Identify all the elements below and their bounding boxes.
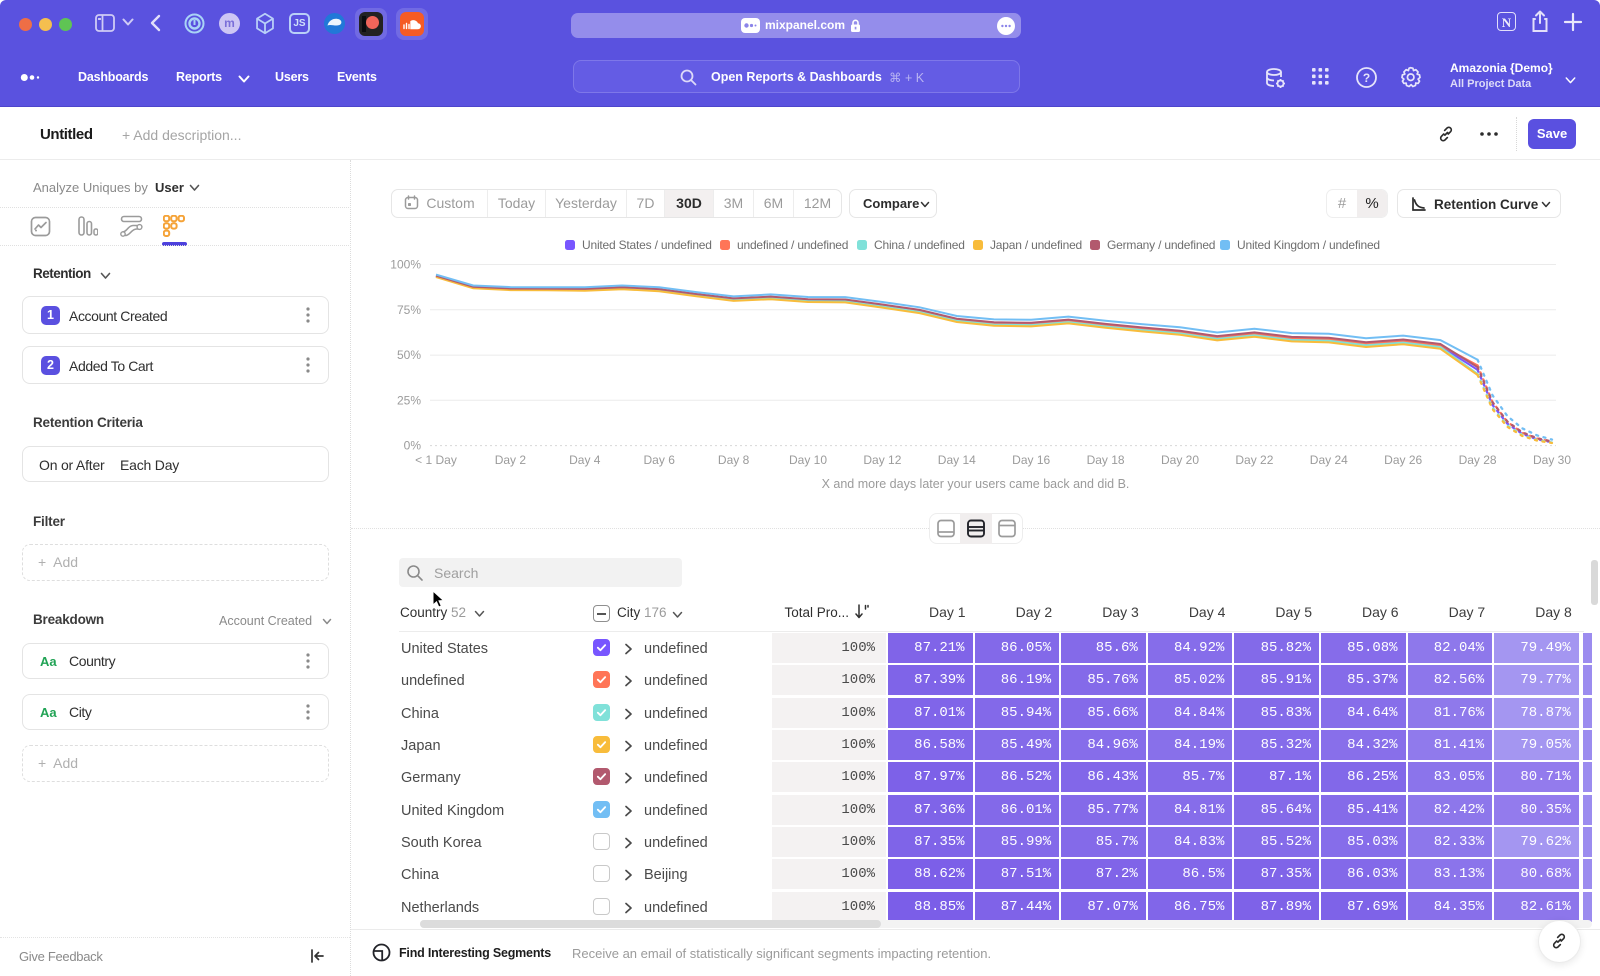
- svg-text:Day 2: Day 2: [495, 453, 527, 467]
- svg-text:100%: 100%: [390, 258, 421, 272]
- svg-text:25%: 25%: [397, 393, 421, 407]
- svg-text:Day 22: Day 22: [1235, 453, 1273, 467]
- svg-text:Day 12: Day 12: [863, 453, 901, 467]
- svg-text:Day 8: Day 8: [718, 453, 750, 467]
- svg-text:Day 6: Day 6: [644, 453, 676, 467]
- svg-text:Day 10: Day 10: [789, 453, 827, 467]
- svg-text:Day 26: Day 26: [1384, 453, 1422, 467]
- svg-text:Day 20: Day 20: [1161, 453, 1199, 467]
- svg-text:Day 14: Day 14: [938, 453, 976, 467]
- svg-text:Day 30: Day 30: [1533, 453, 1571, 467]
- svg-text:50%: 50%: [397, 348, 421, 362]
- svg-text:75%: 75%: [397, 303, 421, 317]
- svg-text:Day 16: Day 16: [1012, 453, 1050, 467]
- svg-text:< 1 Day: < 1 Day: [415, 453, 457, 467]
- svg-text:Day 18: Day 18: [1087, 453, 1125, 467]
- svg-text:Day 24: Day 24: [1310, 453, 1348, 467]
- svg-text:Day 28: Day 28: [1459, 453, 1497, 467]
- svg-text:0%: 0%: [404, 439, 422, 453]
- svg-text:Day 4: Day 4: [569, 453, 601, 467]
